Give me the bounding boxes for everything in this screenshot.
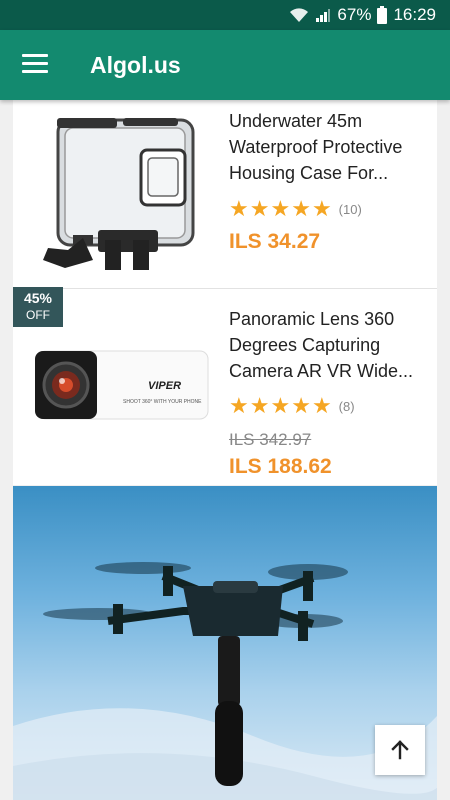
product-card[interactable]: VIPER SHOOT 360° WITH YOUR PHONE Panoram… xyxy=(13,289,437,485)
scroll-to-top-button[interactable] xyxy=(375,725,425,775)
star-icon: ★ xyxy=(270,393,291,418)
star-icon: ★ xyxy=(311,393,332,418)
camera-brand-text: VIPER xyxy=(148,380,181,392)
app-title: Algol.us xyxy=(90,52,181,78)
battery-percent: 67% xyxy=(337,5,372,24)
product-price: ILS 34.27 xyxy=(229,230,321,253)
product-old-price: ILS 342.97 xyxy=(229,430,312,449)
discount-percent: 45% xyxy=(23,290,53,306)
star-icon: ★ xyxy=(229,393,249,418)
product-image-360-camera: VIPER SHOOT 360° WITH YOUR PHONE xyxy=(35,350,209,420)
star-icon: ★ xyxy=(249,196,270,221)
battery-icon xyxy=(377,6,388,24)
star-icon: ★ xyxy=(270,196,291,221)
product-list: Underwater 45m Waterproof Protective Hou… xyxy=(13,100,437,800)
drone-illustration xyxy=(13,562,437,800)
product-rating: ★ ★ ★ ★ ★ (8) xyxy=(229,395,355,417)
app-bar: Algol.us xyxy=(0,30,450,100)
product-card[interactable]: Underwater 45m Waterproof Protective Hou… xyxy=(13,100,437,289)
product-title[interactable]: Underwater 45m Waterproof Protective Hou… xyxy=(229,108,429,186)
product-image-housing-case xyxy=(43,118,195,270)
star-icon: ★ xyxy=(249,393,270,418)
star-icon: ★ xyxy=(291,393,311,418)
discount-label: OFF xyxy=(26,308,50,322)
status-bar: 67% 16:29 xyxy=(0,0,450,30)
star-icon: ★ xyxy=(311,196,332,221)
signal-icon xyxy=(316,9,331,22)
product-price: ILS 188.62 xyxy=(229,455,332,478)
star-icon: ★ xyxy=(229,196,249,221)
product-image-drone[interactable] xyxy=(13,486,437,800)
product-title[interactable]: Panoramic Lens 360 Degrees Capturing Cam… xyxy=(229,306,429,384)
clock: 16:29 xyxy=(393,5,436,24)
discount-badge: 45% OFF xyxy=(13,287,63,327)
product-rating: ★ ★ ★ ★ ★ (10) xyxy=(229,198,362,220)
arrow-up-icon xyxy=(391,740,409,760)
rating-count: (8) xyxy=(338,398,355,414)
wifi-icon xyxy=(290,8,309,22)
camera-subtext: SHOOT 360° WITH YOUR PHONE xyxy=(123,399,202,405)
hamburger-menu-icon[interactable] xyxy=(22,54,48,76)
rating-count: (10) xyxy=(338,201,362,217)
star-icon: ★ xyxy=(291,196,311,221)
status-icons: 67% 16:29 xyxy=(289,5,436,25)
